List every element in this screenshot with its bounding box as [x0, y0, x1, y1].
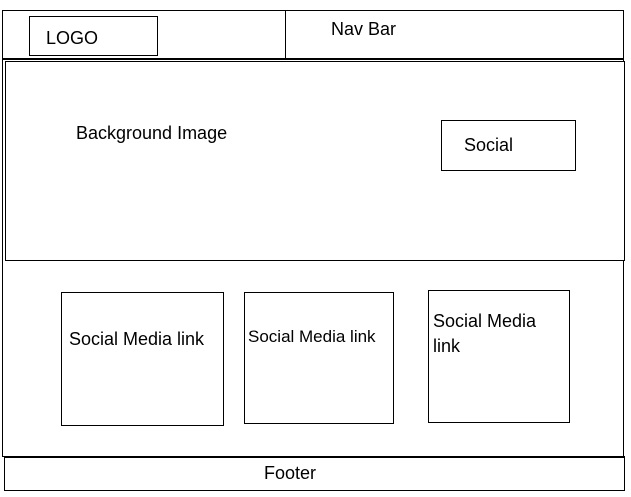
background-image-label: Background Image [76, 123, 228, 143]
footer-label: Footer [264, 463, 317, 483]
social-media-link-card-2[interactable] [244, 292, 394, 424]
social-media-link-label-1: Social Media link [69, 329, 205, 349]
nav-divider [285, 10, 286, 60]
social-media-link-card-1[interactable] [61, 292, 224, 426]
logo-label: LOGO [46, 28, 99, 48]
social-label: Social [464, 135, 514, 155]
nav-bar-label[interactable]: Nav Bar [331, 19, 396, 40]
social-media-link-label-2: Social Media link [248, 327, 376, 346]
social-media-link-label-3: Social Media link [433, 311, 537, 356]
